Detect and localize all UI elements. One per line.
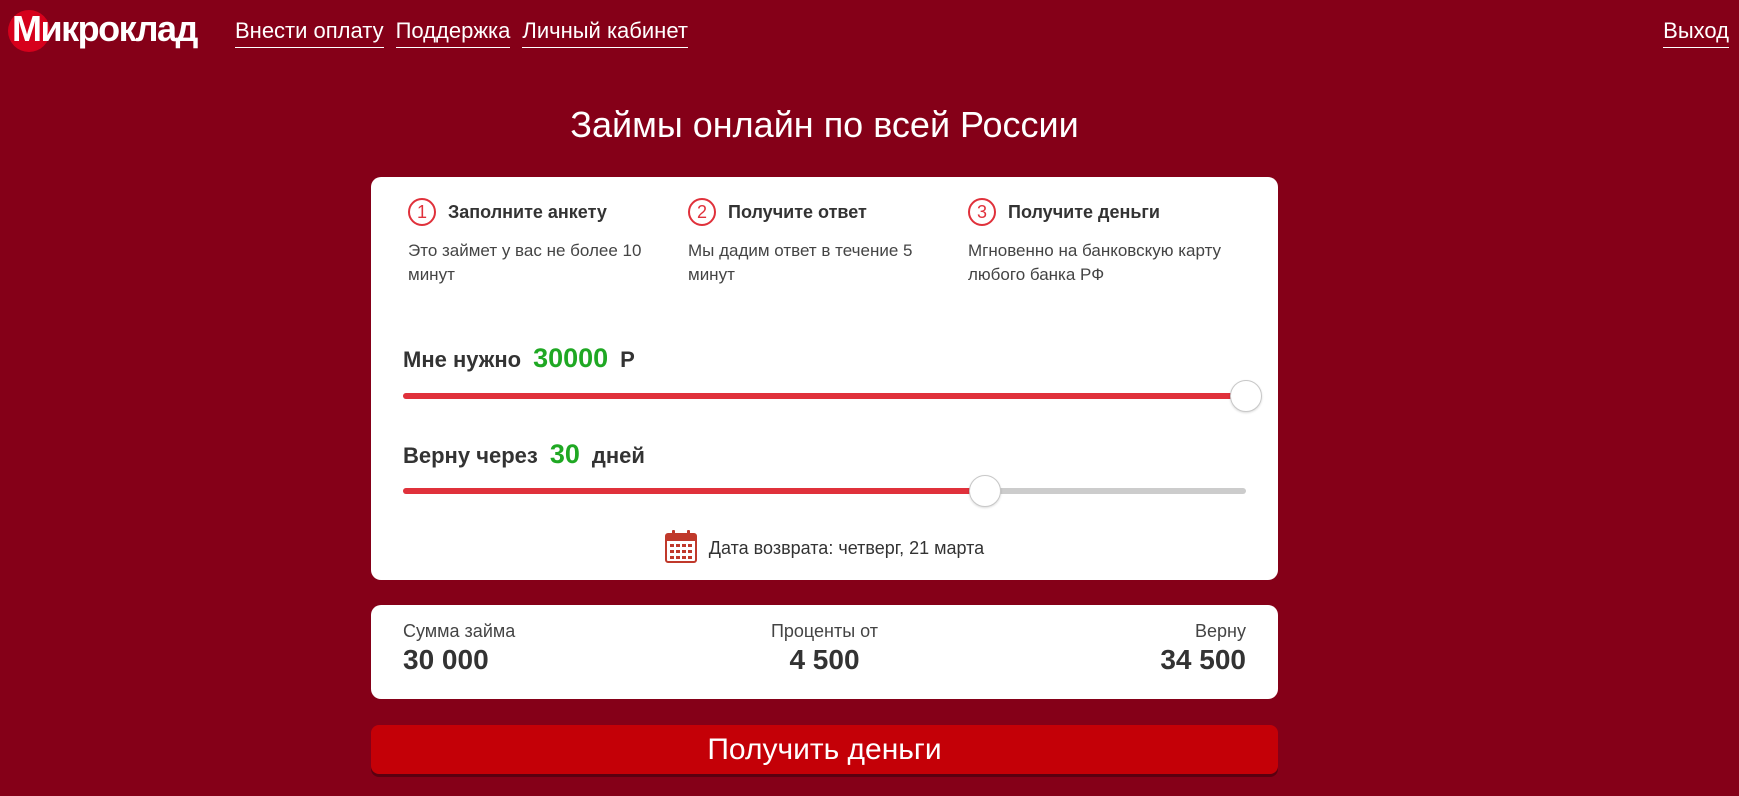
- loan-summary-card: Сумма займа 30 000 Проценты от 4 500 Вер…: [371, 605, 1278, 699]
- steps-list: 1 Заполните анкету Это займет у вас не б…: [408, 197, 1248, 287]
- logo-text: Микроклад: [12, 8, 198, 49]
- amount-value: 30000: [533, 343, 609, 373]
- amount-slider[interactable]: [403, 380, 1262, 412]
- calendar-icon: [664, 529, 697, 568]
- step-item: 1 Заполните анкету Это займет у вас не б…: [408, 197, 688, 287]
- nav-pay-link[interactable]: Внести оплату: [235, 18, 384, 48]
- amount-slider-fill: [403, 393, 1246, 399]
- step-title: Получите деньги: [1008, 201, 1160, 222]
- step-number-icon: 2: [688, 198, 716, 226]
- nav-support-link[interactable]: Поддержка: [395, 18, 511, 48]
- term-slider-handle[interactable]: [968, 475, 1001, 507]
- amount-label: Мне нужно 30000 Р: [403, 343, 635, 374]
- top-nav: Внести оплату Поддержка Личный кабинет: [235, 18, 688, 48]
- amount-label-text: Мне нужно: [403, 347, 522, 372]
- term-unit: дней: [591, 443, 645, 468]
- logout-link[interactable]: Выход: [1663, 18, 1729, 48]
- return-date: Дата возврата: четверг, 21 марта: [371, 529, 1278, 568]
- repay-label: Верну: [1195, 621, 1246, 641]
- term-slider[interactable]: [403, 475, 1246, 507]
- logo[interactable]: Микроклад: [4, 6, 198, 52]
- term-label: Верну через 30 дней: [403, 439, 645, 470]
- amount-unit: Р: [620, 347, 635, 372]
- step-title: Заполните анкету: [448, 201, 607, 222]
- step-item: 2 Получите ответ Мы дадим ответ в течени…: [688, 197, 968, 287]
- repay-summary: Верну 34 500: [1160, 621, 1246, 676]
- amount-slider-handle[interactable]: [1230, 380, 1262, 412]
- interest-label: Проценты от: [770, 621, 879, 641]
- return-date-text: Дата возврата: четверг, 21 марта: [708, 538, 985, 558]
- step-number-icon: 1: [408, 198, 436, 226]
- interest-summary: Проценты от 4 500: [371, 621, 1278, 676]
- step-description: Это займет у вас не более 10 минут: [408, 241, 642, 284]
- step-description: Мгновенно на банковскую карту любого бан…: [968, 241, 1222, 284]
- term-label-text: Верну через: [403, 443, 538, 468]
- term-value: 30: [549, 439, 580, 469]
- step-title: Получите ответ: [728, 201, 867, 222]
- nav-account-link[interactable]: Личный кабинет: [522, 18, 688, 48]
- step-number-icon: 3: [968, 198, 996, 226]
- loan-calculator-card: 1 Заполните анкету Это займет у вас не б…: [371, 177, 1278, 580]
- page-title: Займы онлайн по всей России: [570, 104, 1079, 145]
- repay-value: 34 500: [1160, 644, 1246, 675]
- get-money-button[interactable]: Получить деньги: [371, 725, 1278, 774]
- term-slider-fill: [403, 488, 985, 494]
- interest-value: 4 500: [789, 644, 860, 675]
- step-description: Мы дадим ответ в течение 5 минут: [688, 241, 913, 284]
- step-item: 3 Получите деньги Мгновенно на банковску…: [968, 197, 1248, 287]
